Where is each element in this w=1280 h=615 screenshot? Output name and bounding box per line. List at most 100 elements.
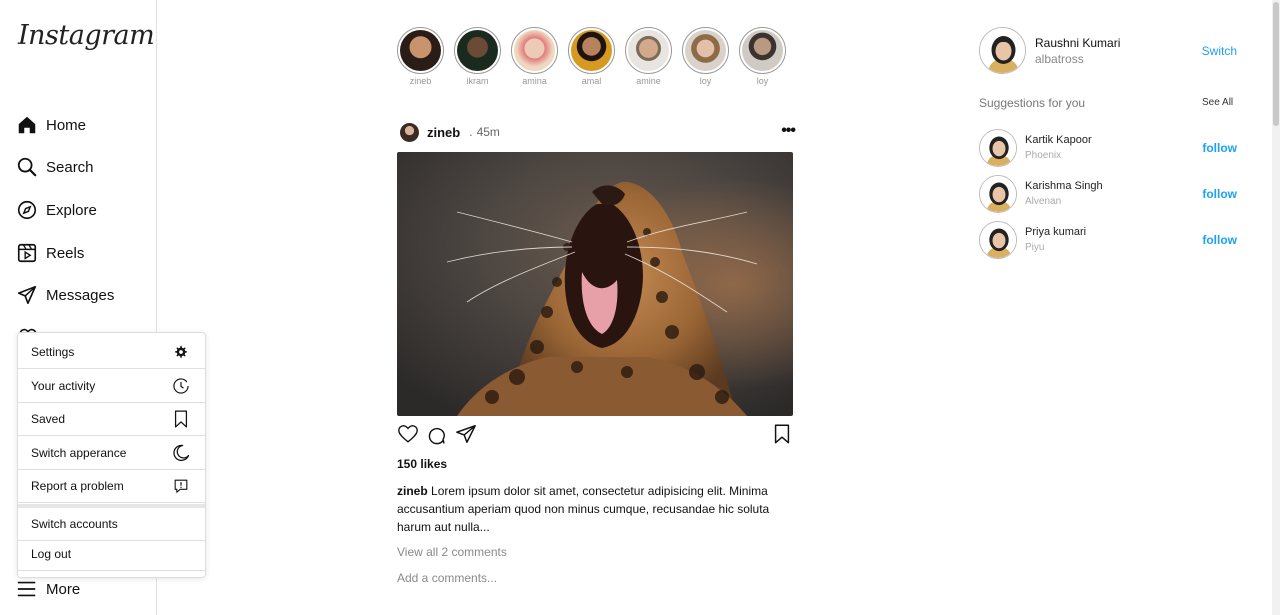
avatar[interactable] xyxy=(979,129,1017,167)
sidebar-item-more[interactable]: More xyxy=(16,574,80,604)
menu-item-logout[interactable]: Log out xyxy=(18,538,205,571)
gear-icon xyxy=(175,345,187,358)
story-name: amina xyxy=(522,76,547,86)
post-username[interactable]: zineb xyxy=(427,125,460,140)
avatar xyxy=(571,30,612,71)
story-item[interactable]: ikram xyxy=(454,27,501,86)
instagram-logo[interactable]: Instagram xyxy=(18,20,155,51)
follow-button[interactable]: follow xyxy=(1202,141,1237,155)
follow-button[interactable]: follow xyxy=(1202,187,1237,201)
story-name: amal xyxy=(581,76,602,86)
report-icon xyxy=(174,479,188,493)
more-options-icon[interactable]: ••• xyxy=(781,122,796,140)
follow-button[interactable]: follow xyxy=(1202,233,1237,247)
avatar[interactable] xyxy=(979,221,1017,259)
suggestion-item: Kartik Kapoor Phoenix follow xyxy=(979,129,1237,167)
sidebar-item-label: Explore xyxy=(46,201,97,219)
suggestion-handle: Phoenix xyxy=(1025,150,1062,161)
suggestion-name[interactable]: Kartik Kapoor xyxy=(1025,134,1092,146)
view-comments-link[interactable]: View all 2 comments xyxy=(397,545,507,559)
menu-item-your-activity[interactable]: Your activity xyxy=(18,370,205,403)
avatar xyxy=(514,30,555,71)
profile-handle: albatross xyxy=(1035,52,1084,66)
post-actions xyxy=(397,423,793,447)
post-image[interactable] xyxy=(397,152,793,416)
sidebar-item-home[interactable]: Home xyxy=(16,110,86,140)
avatar[interactable] xyxy=(400,122,419,142)
sidebar-item-label: More xyxy=(46,580,81,598)
story-ring xyxy=(454,27,501,74)
avatar xyxy=(742,30,783,71)
suggestion-item: Karishma Singh Alvenan follow xyxy=(979,175,1237,213)
story-ring xyxy=(682,27,729,74)
menu-item-label: Switch accounts xyxy=(31,517,118,531)
menu-item-label: Saved xyxy=(31,412,66,426)
suggestions-title: Suggestions for you xyxy=(979,96,1086,110)
suggestion-name[interactable]: Karishma Singh xyxy=(1025,180,1103,192)
page-scrollbar[interactable] xyxy=(1272,0,1280,615)
menu-item-label: Your activity xyxy=(31,379,96,393)
story-ring xyxy=(397,27,444,74)
story-item[interactable]: zineb xyxy=(397,27,444,86)
sidebar-item-search[interactable]: Search xyxy=(16,152,94,182)
comment-icon[interactable] xyxy=(426,425,446,445)
menu-item-switch-appearance[interactable]: Switch apperance xyxy=(18,437,205,470)
post-time: 45m xyxy=(476,125,500,139)
switch-account-link[interactable]: Switch xyxy=(1202,44,1237,58)
suggestion-name[interactable]: Priya kumari xyxy=(1025,226,1086,238)
menu-item-label: Log out xyxy=(31,547,72,561)
compass-icon xyxy=(17,200,37,220)
story-item[interactable]: amine xyxy=(625,27,672,86)
menu-icon xyxy=(17,581,36,597)
menu-item-label: Report a problem xyxy=(31,479,124,493)
bookmark-icon[interactable] xyxy=(771,423,793,445)
send-icon[interactable] xyxy=(455,423,477,445)
sidebar-item-label: Reels xyxy=(46,244,85,262)
suggestion-handle: Alvenan xyxy=(1025,196,1062,207)
clock-icon xyxy=(173,378,189,394)
story-name: loy xyxy=(699,76,712,86)
suggestion-item: Priya kumari Piyu follow xyxy=(979,221,1237,259)
menu-item-label: Settings xyxy=(31,345,75,359)
moon-icon xyxy=(173,444,190,462)
menu-item-switch-accounts[interactable]: Switch accounts xyxy=(18,508,205,541)
see-all-link[interactable]: See All xyxy=(1202,97,1233,108)
story-item[interactable]: amal xyxy=(568,27,615,86)
stories-bar: zineb ikram amina amal amine loy loy xyxy=(397,27,796,86)
story-item[interactable]: amina xyxy=(511,27,558,86)
story-name: amine xyxy=(636,76,661,86)
sidebar-item-label: Search xyxy=(46,158,94,176)
caption-username[interactable]: zineb xyxy=(397,484,428,498)
likes-count[interactable]: 150 likes xyxy=(397,457,447,471)
profile-name[interactable]: Raushni Kumari xyxy=(1035,36,1120,50)
more-menu: Settings Your activity Saved Switch appe… xyxy=(17,332,206,578)
current-profile: Raushni Kumari albatross Switch xyxy=(979,27,1237,75)
sidebar-item-messages[interactable]: Messages xyxy=(16,280,114,310)
menu-item-saved[interactable]: Saved xyxy=(18,403,205,436)
add-comment-input[interactable]: Add a comments... xyxy=(397,571,497,585)
menu-item-settings[interactable]: Settings xyxy=(18,336,205,369)
story-item[interactable]: loy xyxy=(682,27,729,86)
story-name: zineb xyxy=(409,76,432,86)
sidebar-item-explore[interactable]: Explore xyxy=(16,195,97,225)
sidebar-item-label: Home xyxy=(46,116,87,134)
menu-item-report-problem[interactable]: Report a problem xyxy=(18,470,205,503)
story-ring xyxy=(739,27,786,74)
menu-item-label: Switch apperance xyxy=(31,446,127,460)
story-name: ikram xyxy=(466,76,489,86)
sidebar-item-reels[interactable]: Reels xyxy=(16,238,84,268)
story-ring xyxy=(625,27,672,74)
avatar[interactable] xyxy=(979,175,1017,213)
post-header: zineb . 45m ••• xyxy=(400,122,796,142)
avatar[interactable] xyxy=(979,27,1026,74)
story-name: loy xyxy=(756,76,769,86)
bookmark-icon xyxy=(174,410,188,428)
home-icon xyxy=(18,116,36,134)
send-icon xyxy=(17,285,37,305)
suggestion-handle: Piyu xyxy=(1025,242,1045,253)
heart-icon[interactable] xyxy=(397,423,419,445)
story-item[interactable]: loy xyxy=(739,27,786,86)
reels-icon xyxy=(17,243,37,263)
avatar xyxy=(628,30,669,71)
scrollbar-thumb[interactable] xyxy=(1273,2,1279,126)
